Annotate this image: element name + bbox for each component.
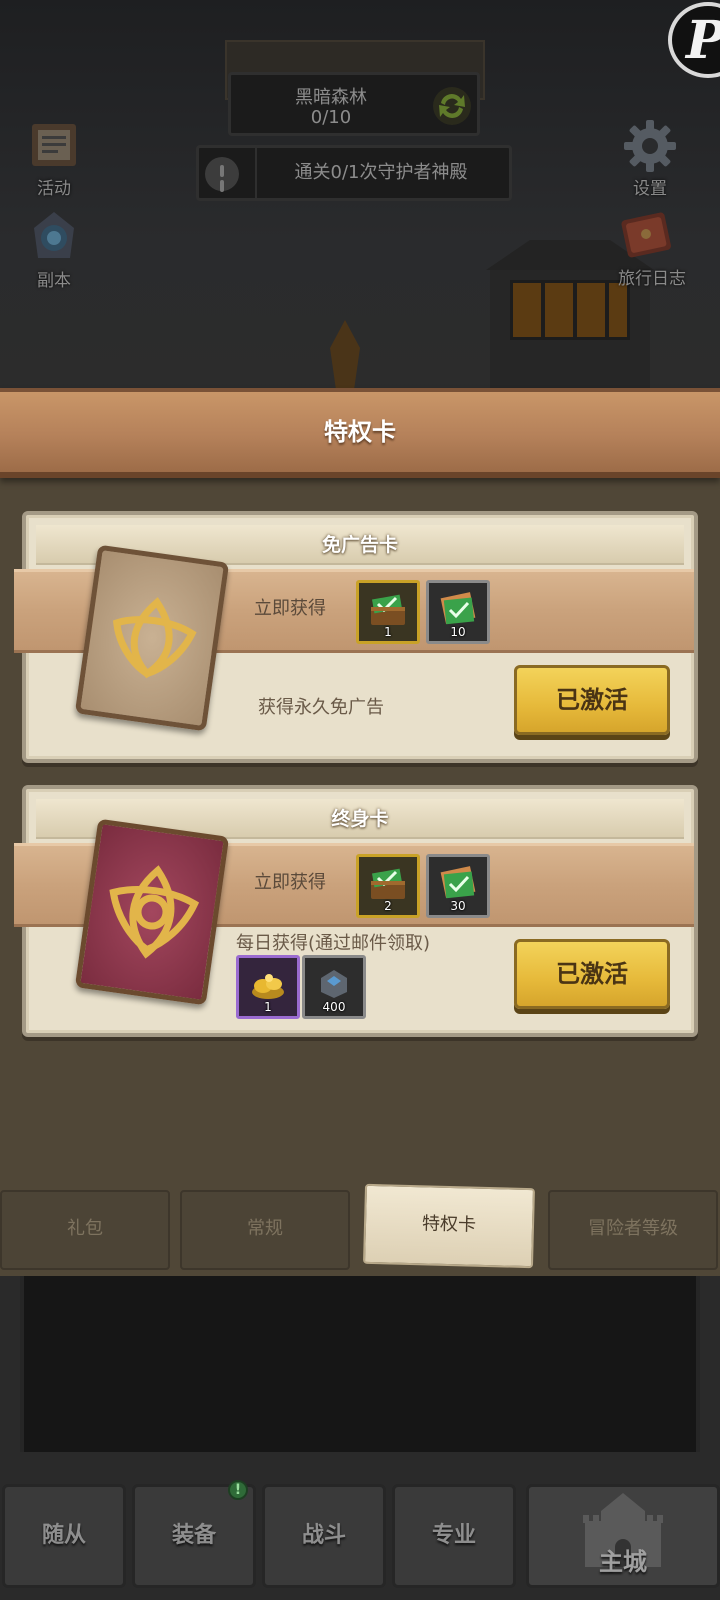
activated-button[interactable]: 已激活 bbox=[514, 665, 670, 735]
events-label: 活动 bbox=[37, 179, 71, 199]
panel-header: 特权卡 bbox=[0, 388, 720, 478]
celtic-knot-emblem-icon bbox=[109, 865, 200, 959]
privilege-panel: 特权卡 免广告卡 立即获得 1 10 获得永久免广告 已激活 终身卡 立即获得 … bbox=[0, 388, 720, 1166]
dungeon-button[interactable]: 副本 bbox=[4, 208, 104, 291]
dungeon-label: 副本 bbox=[37, 271, 71, 291]
nav-label: 主城 bbox=[599, 1548, 647, 1576]
lifetime-card: 终身卡 立即获得 2 30 每日获得(通过邮件领取) 1 400 已激活 bbox=[14, 785, 698, 1037]
gold-pile-icon bbox=[252, 974, 284, 999]
tab-regular[interactable]: 常规 bbox=[180, 1190, 350, 1270]
background-scene: 黑暗森林 0/10 通关0/1次守护者神殿 活动 副本 设置 旅行日志 bbox=[0, 0, 720, 400]
refresh-icon[interactable] bbox=[431, 85, 473, 127]
events-button[interactable]: 活动 bbox=[4, 118, 104, 199]
corner-badge-letter: P bbox=[686, 10, 720, 71]
torch-decoration bbox=[330, 320, 360, 390]
ticket-chest-icon bbox=[371, 868, 405, 899]
instant-reward-label: 立即获得 bbox=[254, 598, 326, 619]
corner-badge[interactable]: P bbox=[668, 2, 720, 78]
journal-label: 旅行日志 bbox=[618, 269, 686, 289]
reward-slot[interactable]: 1 bbox=[236, 955, 300, 1019]
reward-slot[interactable]: 400 bbox=[302, 955, 366, 1019]
reward-qty: 2 bbox=[384, 899, 392, 913]
tab-label: 常规 bbox=[247, 1218, 283, 1239]
nav-label: 专业 bbox=[431, 1523, 476, 1548]
events-board-icon bbox=[32, 124, 76, 166]
activated-button-label: 已激活 bbox=[556, 686, 628, 714]
notification-badge: ! bbox=[228, 1480, 248, 1500]
tab-label: 礼包 bbox=[67, 1218, 103, 1239]
reward-qty: 10 bbox=[450, 625, 466, 639]
ticket-icon bbox=[440, 592, 476, 625]
nav-followers[interactable]: 随从 bbox=[2, 1484, 126, 1588]
gem-stone-icon bbox=[321, 970, 347, 998]
lifetime-card-art bbox=[74, 818, 230, 1006]
triquetra-emblem-icon bbox=[112, 597, 197, 679]
journal-button[interactable]: 旅行日志 bbox=[600, 206, 720, 289]
nav-label: 战斗 bbox=[301, 1523, 346, 1548]
settings-label: 设置 bbox=[633, 179, 667, 199]
journal-book-icon bbox=[621, 212, 671, 258]
bottom-nav: 随从 装备 战斗 专业 主城 bbox=[0, 1462, 720, 1600]
ticket-icon bbox=[440, 866, 476, 899]
reward-qty: 1 bbox=[264, 1000, 272, 1014]
tab-label: 特权卡 bbox=[421, 1213, 477, 1236]
shop-tabs: 礼包 常规 特权卡 冒险者等级 bbox=[0, 1166, 720, 1276]
nav-label: 装备 bbox=[171, 1523, 216, 1548]
card-description: 获得永久免广告 bbox=[258, 697, 384, 718]
content-area bbox=[20, 1276, 700, 1452]
panel-title: 特权卡 bbox=[324, 418, 396, 446]
stage-indicator[interactable]: 黑暗森林 0/10 bbox=[228, 72, 480, 136]
ticket-chest-icon bbox=[371, 594, 405, 625]
tab-privilege-card[interactable]: 特权卡 bbox=[362, 1183, 536, 1269]
tab-label: 冒险者等级 bbox=[588, 1218, 678, 1239]
activated-button-label: 已激活 bbox=[556, 960, 628, 988]
reward-slot[interactable]: 2 bbox=[356, 854, 420, 918]
gear-icon bbox=[624, 120, 676, 172]
reward-qty: 1 bbox=[384, 625, 392, 639]
reward-slot[interactable]: 30 bbox=[426, 854, 490, 918]
instant-reward-label: 立即获得 bbox=[254, 872, 326, 893]
nav-main-city[interactable]: 主城 bbox=[526, 1484, 720, 1588]
quest-text: 通关0/1次守护者神殿 bbox=[255, 148, 505, 198]
nav-battle[interactable]: 战斗 bbox=[262, 1484, 386, 1588]
reward-slot[interactable]: 1 bbox=[356, 580, 420, 644]
quest-tracker[interactable]: 通关0/1次守护者神殿 bbox=[196, 145, 512, 201]
activated-button[interactable]: 已激活 bbox=[514, 939, 670, 1009]
portal-icon bbox=[34, 212, 74, 258]
reward-slot[interactable]: 10 bbox=[426, 580, 490, 644]
quest-alert-icon bbox=[205, 157, 239, 191]
tab-adventurer-level[interactable]: 冒险者等级 bbox=[548, 1190, 718, 1270]
nav-profession[interactable]: 专业 bbox=[392, 1484, 516, 1588]
settings-button[interactable]: 设置 bbox=[600, 118, 700, 199]
stage-name: 黑暗森林 bbox=[295, 87, 367, 108]
nav-label: 随从 bbox=[41, 1523, 86, 1548]
reward-qty: 30 bbox=[450, 899, 466, 913]
tab-gift-pack[interactable]: 礼包 bbox=[0, 1190, 170, 1270]
no-ad-card: 免广告卡 立即获得 1 10 获得永久免广告 已激活 bbox=[14, 511, 698, 763]
daily-reward-label: 每日获得(通过邮件领取) bbox=[236, 933, 431, 954]
reward-qty: 400 bbox=[322, 1000, 346, 1014]
no-ad-card-art bbox=[74, 544, 230, 732]
stage-progress: 0/10 bbox=[310, 107, 352, 128]
